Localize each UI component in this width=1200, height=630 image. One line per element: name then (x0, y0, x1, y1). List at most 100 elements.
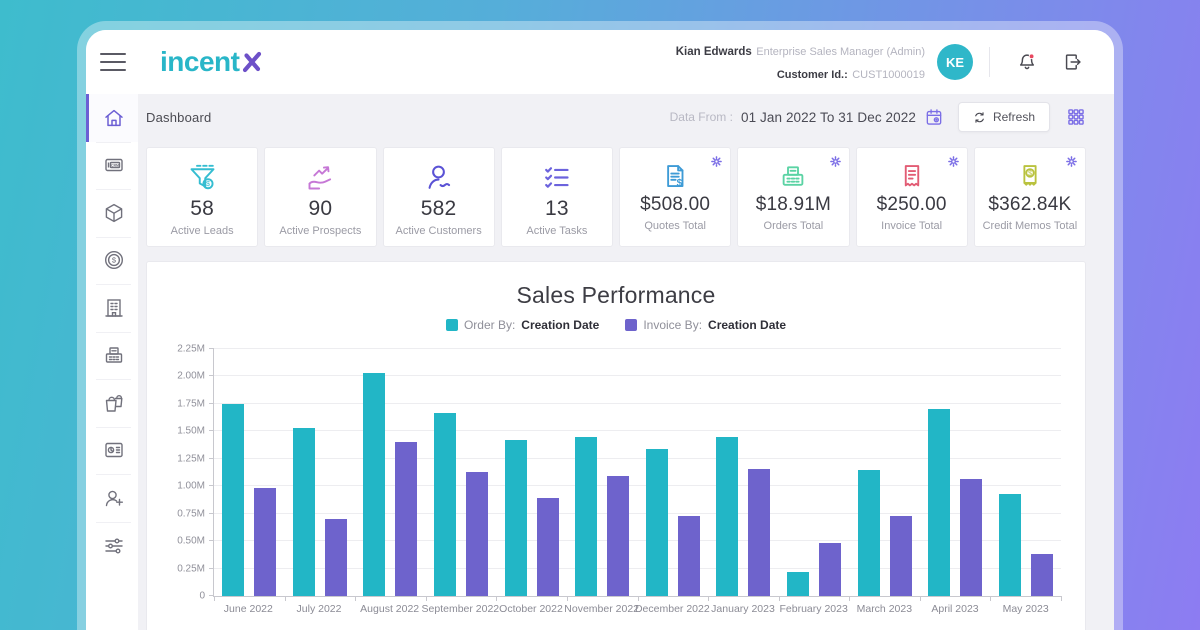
logo[interactable]: incent (160, 46, 264, 78)
order-bar[interactable] (575, 437, 597, 596)
invoice-bar[interactable] (678, 516, 700, 596)
order-bar[interactable] (293, 428, 315, 596)
invoice-bar[interactable] (607, 476, 629, 596)
bar-group (708, 349, 779, 596)
sidebar-item-reports[interactable] (86, 427, 138, 475)
kpi-card-active-leads[interactable]: $ 58 Active Leads (146, 147, 258, 247)
sidebar-item-home[interactable] (86, 94, 138, 142)
bar-group (849, 349, 920, 596)
kpi-card-invoice-total[interactable]: $250.00 Invoice Total (856, 147, 968, 247)
kpi-card-active-tasks[interactable]: 13 Active Tasks (501, 147, 613, 247)
y-tick-label: 0.50M (177, 536, 205, 547)
chart-title: Sales Performance (171, 282, 1061, 309)
y-axis-labels: 00.25M0.50M0.75M1.00M1.25M1.50M1.75M2.00… (171, 349, 213, 596)
x-tick-label: March 2023 (857, 603, 912, 615)
x-tick-label: May 2023 (1003, 603, 1049, 615)
x-tick (1061, 596, 1062, 601)
x-tick-label: July 2022 (297, 603, 342, 615)
order-bar[interactable] (787, 572, 809, 596)
invoice-bar[interactable] (537, 498, 559, 596)
y-tick-label: 2.25M (177, 344, 205, 355)
order-bar[interactable] (716, 437, 738, 596)
legend-item[interactable]: Order By:Creation Date (446, 318, 599, 332)
gear-icon[interactable] (829, 155, 842, 168)
bar-group (214, 349, 285, 596)
shopping-bags-icon (102, 391, 126, 415)
order-bar[interactable] (928, 409, 950, 596)
hand-chart-icon (304, 161, 337, 194)
refresh-button[interactable]: Refresh (958, 102, 1050, 132)
notifications-button[interactable] (1012, 47, 1042, 77)
gear-icon[interactable] (710, 155, 723, 168)
bell-icon (1016, 51, 1038, 73)
x-tick-label: April 2023 (931, 603, 978, 615)
kpi-value: $18.91M (756, 194, 831, 216)
invoice-bar[interactable] (960, 479, 982, 596)
sidebar-item-orders[interactable] (86, 332, 138, 380)
x-tick-label: January 2023 (711, 603, 775, 615)
x-tick-label: November 2022 (564, 603, 639, 615)
gear-icon[interactable] (947, 155, 960, 168)
sidebar-item-purchases[interactable] (86, 379, 138, 427)
order-bar[interactable] (999, 494, 1021, 596)
kpi-value: $362.84K (988, 194, 1071, 216)
apps-grid-icon[interactable] (1066, 107, 1086, 127)
kpi-card-quotes-total[interactable]: $ $508.00 Quotes Total (619, 147, 731, 247)
bar-group (426, 349, 497, 596)
avatar[interactable]: KE (937, 44, 973, 80)
sidebar-item-settings[interactable] (86, 522, 138, 570)
bar-group (285, 349, 356, 596)
calendar-icon[interactable] (924, 107, 944, 127)
legend-label: Invoice By: (643, 318, 702, 332)
invoice-bar[interactable] (254, 488, 276, 596)
bar-group (638, 349, 709, 596)
y-tick-label: 2.00M (177, 371, 205, 382)
kpi-label: Invoice Total (875, 219, 948, 234)
x-tick-label: September 2022 (422, 603, 500, 615)
customer-person-icon (422, 161, 455, 194)
bar-group (779, 349, 850, 596)
kpi-card-active-customers[interactable]: 582 Active Customers (383, 147, 495, 247)
sidebar-item-users[interactable] (86, 474, 138, 522)
legend-swatch (625, 319, 637, 331)
sidebar-item-products[interactable] (86, 189, 138, 237)
order-bar[interactable] (363, 373, 385, 596)
cash-register-icon (102, 343, 126, 367)
x-tick-label: December 2022 (635, 603, 710, 615)
bar-group (355, 349, 426, 596)
customer-id-label: Customer Id.: (777, 69, 848, 81)
invoice-bar[interactable] (466, 472, 488, 596)
sidebar-item-crm[interactable]: CRM (86, 142, 138, 190)
kpi-card-credit-memos-total[interactable]: $ $362.84K Credit Memos Total (974, 147, 1086, 247)
order-bar[interactable] (434, 413, 456, 596)
order-bar[interactable] (858, 470, 880, 596)
invoice-bar[interactable] (890, 516, 912, 596)
leads-funnel-icon: $ (186, 161, 219, 194)
order-bar[interactable] (646, 449, 668, 596)
sidebar-item-revenue[interactable]: $ (86, 237, 138, 285)
x-tick-label: June 2022 (224, 603, 273, 615)
invoice-bar[interactable] (748, 469, 770, 596)
x-tick-label: August 2022 (360, 603, 419, 615)
kpi-card-active-prospects[interactable]: 90 Active Prospects (264, 147, 376, 247)
gear-icon[interactable] (1065, 155, 1078, 168)
refresh-icon (973, 111, 986, 124)
invoice-bar[interactable] (395, 442, 417, 596)
order-bar[interactable] (505, 440, 527, 596)
invoice-bar[interactable] (1031, 554, 1053, 596)
kpi-value: 13 (545, 197, 569, 221)
menu-icon[interactable] (100, 53, 126, 71)
logo-x-icon (240, 50, 264, 74)
logout-button[interactable] (1058, 47, 1088, 77)
kpi-card-orders-total[interactable]: $18.91M Orders Total (737, 147, 849, 247)
user-name: Kian Edwards (676, 46, 752, 58)
legend-item[interactable]: Invoice By:Creation Date (625, 318, 786, 332)
page-title: Dashboard (146, 110, 211, 125)
order-bar[interactable] (222, 404, 244, 596)
receipt-icon (897, 161, 927, 191)
sidebar-item-company[interactable] (86, 284, 138, 332)
invoice-bar[interactable] (325, 519, 347, 596)
legend-value: Creation Date (521, 318, 599, 332)
invoice-bar[interactable] (819, 543, 841, 596)
chart-plot (213, 349, 1061, 597)
